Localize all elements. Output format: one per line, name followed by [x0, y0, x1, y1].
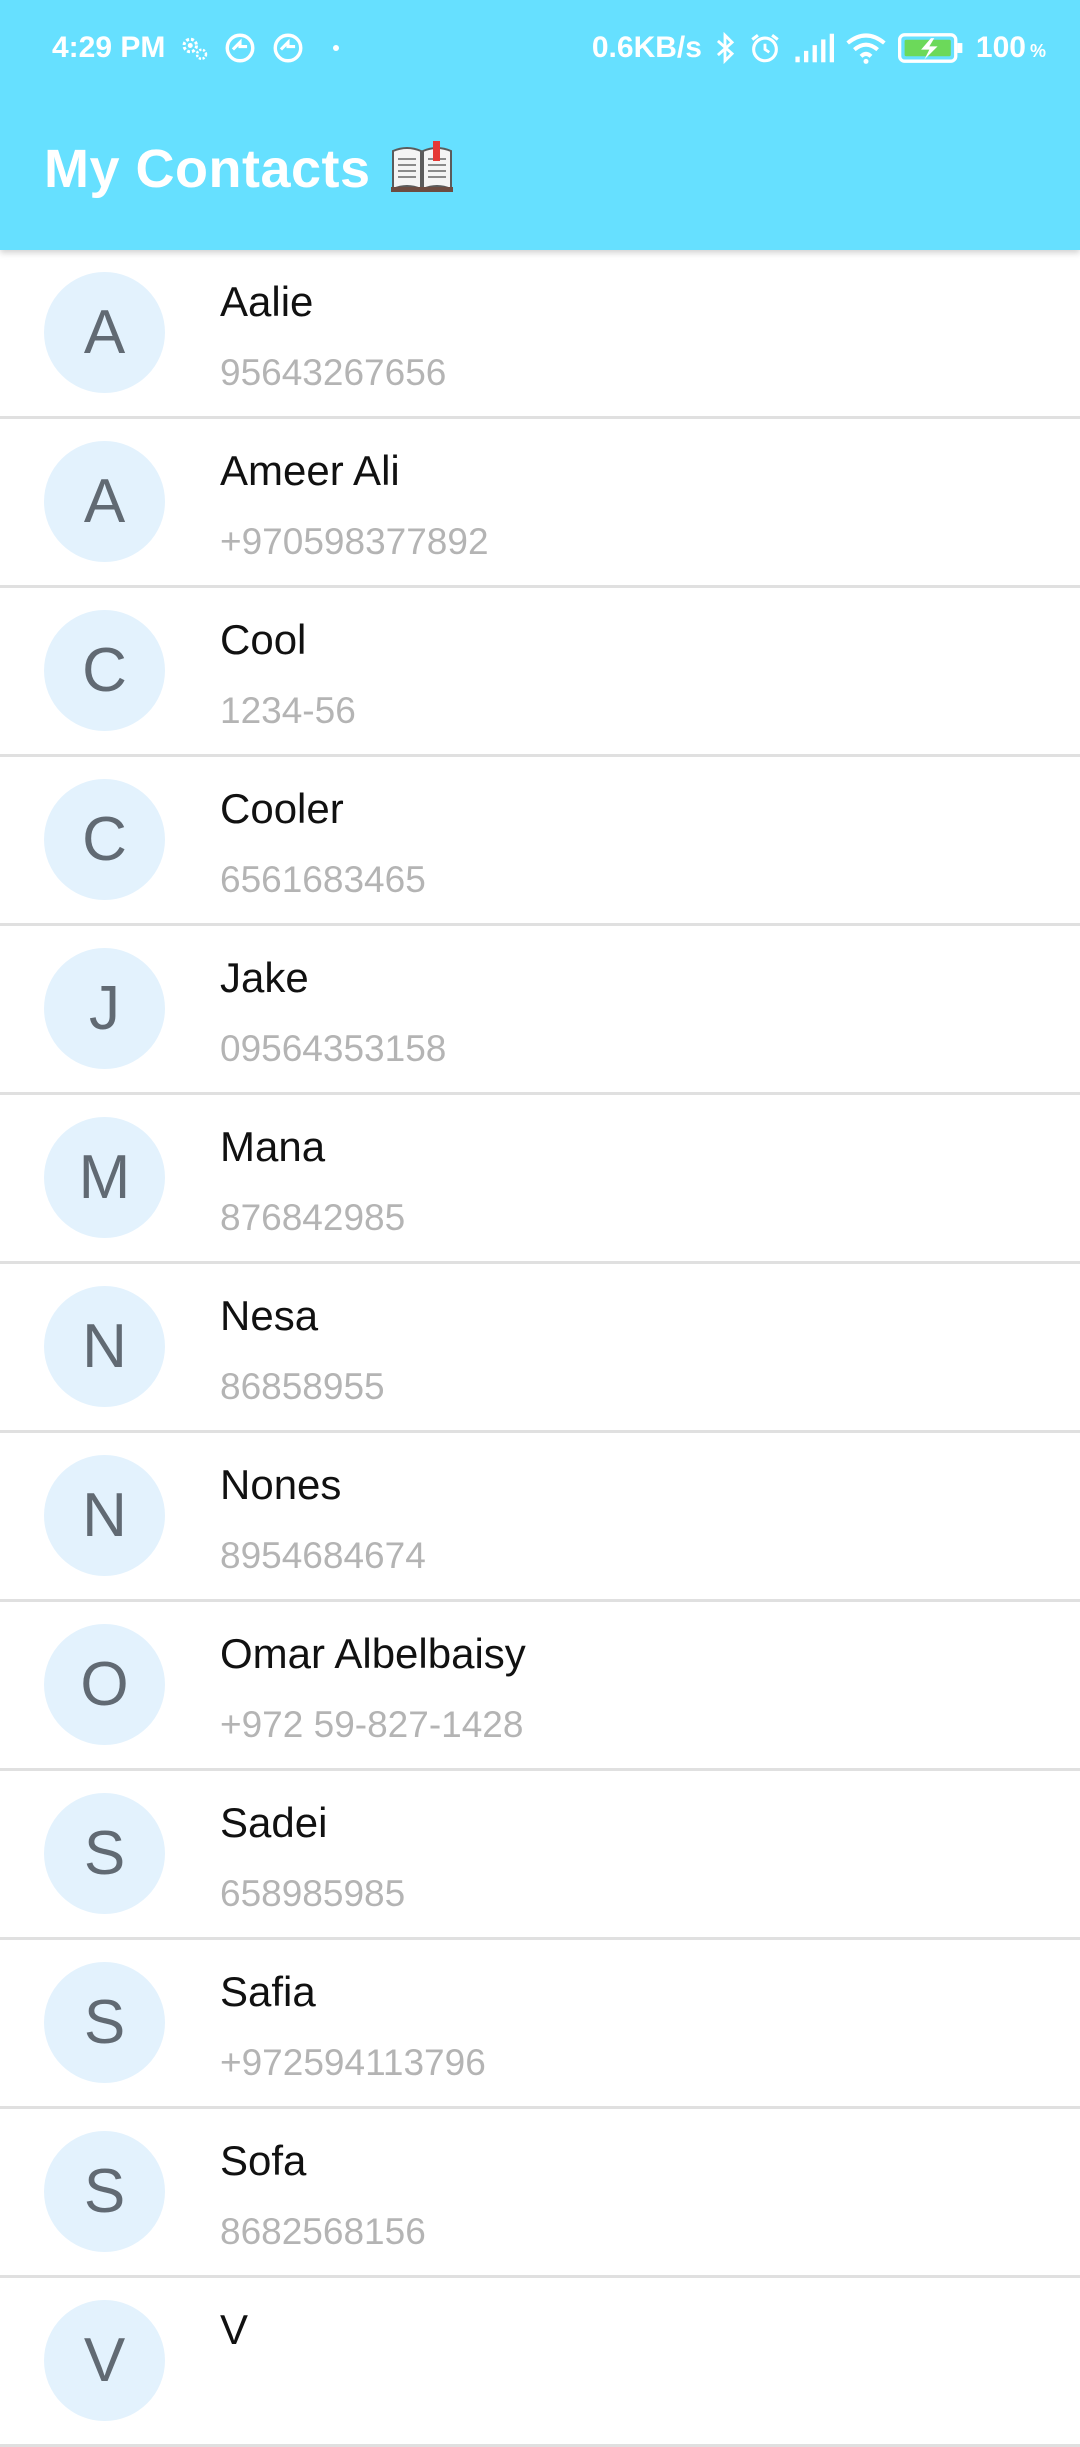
status-time: 4:29 PM — [52, 31, 166, 64]
contact-list[interactable]: A Aalie 95643267656 A Ameer Ali +970598377892… — [0, 250, 1080, 2447]
contact-phone: 8954684674 — [220, 1535, 426, 1576]
contact-name: Nesa — [220, 1292, 319, 1339]
contact-row[interactable]: J Jake 09564353158 — [0, 926, 1080, 1095]
sync-icon — [223, 28, 257, 68]
contact-row[interactable]: S Sadei 658985985 — [0, 1771, 1080, 1940]
contact-phone: 876842985 — [220, 1197, 406, 1238]
contact-phone: 95643267656 — [220, 352, 447, 393]
contact-avatar: S — [44, 2131, 165, 2252]
contact-name: Omar Albelbaisy — [220, 1630, 526, 1677]
contact-avatar: C — [44, 779, 165, 900]
contact-row[interactable]: M Mana 876842985 — [0, 1095, 1080, 1264]
contact-avatar: M — [44, 1117, 165, 1238]
contact-avatar: N — [44, 1286, 165, 1407]
contact-avatar: N — [44, 1455, 165, 1576]
alarm-icon — [748, 28, 782, 68]
contact-name: Safia — [220, 1968, 316, 2015]
contact-row[interactable]: C Cool 1234-56 — [0, 588, 1080, 757]
sync-icon — [271, 28, 305, 68]
contact-name: Aalie — [220, 278, 314, 325]
contact-phone: 1234-56 — [220, 690, 356, 731]
contact-avatar: J — [44, 948, 165, 1069]
contact-name: Jake — [220, 954, 309, 1001]
contact-phone: +972 59-827-1428 — [220, 1704, 524, 1745]
contact-row[interactable]: S Sofa 8682568156 — [0, 2109, 1080, 2278]
title-row: My Contacts — [44, 138, 455, 200]
settings-gear-icon — [179, 28, 209, 68]
contact-row[interactable]: A Ameer Ali +970598377892 — [0, 419, 1080, 588]
battery-percent: 100% — [975, 31, 1046, 64]
contact-phone: 658985985 — [220, 1873, 406, 1914]
contact-name: Sadei — [220, 1799, 328, 1846]
contact-row[interactable]: S Safia +972594113796 — [0, 1940, 1080, 2109]
contact-phone: 8682568156 — [220, 2211, 426, 2252]
contact-avatar: A — [44, 272, 165, 393]
page-title: My Contacts — [44, 139, 371, 199]
open-book-icon — [389, 140, 455, 198]
contact-name: Mana — [220, 1123, 326, 1170]
contact-name: Cooler — [220, 785, 344, 832]
status-bar: 4:29 PM 0.6KB/s 100 % — [0, 0, 1080, 96]
contact-name: Ameer Ali — [220, 447, 400, 494]
contact-name: Cool — [220, 616, 307, 663]
contact-row[interactable]: N Nesa 86858955 — [0, 1264, 1080, 1433]
contact-phone: +972594113796 — [220, 2042, 486, 2083]
contact-avatar: S — [44, 1793, 165, 1914]
contact-name: Sofa — [220, 2137, 307, 2184]
contact-phone: 6561683465 — [220, 859, 426, 900]
contact-phone: +970598377892 — [220, 521, 489, 562]
app-bar: 4:29 PM 0.6KB/s 100 % My Contacts — [0, 0, 1080, 250]
contact-avatar: V — [44, 2300, 165, 2421]
dot-icon — [333, 45, 340, 51]
contact-row[interactable]: VV — [0, 2278, 1080, 2447]
contact-avatar: C — [44, 610, 165, 731]
contact-row[interactable]: A Aalie 95643267656 — [0, 250, 1080, 419]
contact-name: Nones — [220, 1461, 342, 1508]
contact-avatar: O — [44, 1624, 165, 1745]
battery-charging-icon — [897, 28, 964, 68]
bluetooth-icon — [714, 28, 736, 68]
contact-phone: 86858955 — [220, 1366, 385, 1407]
contact-row[interactable]: O Omar Albelbaisy +972 59-827-1428 — [0, 1602, 1080, 1771]
net-speed: 0.6KB/s — [591, 31, 702, 64]
wifi-icon — [846, 28, 886, 68]
contact-avatar: A — [44, 441, 165, 562]
contact-name: V — [220, 2306, 249, 2353]
contact-phone: 09564353158 — [220, 1028, 447, 1069]
signal-icon — [794, 28, 834, 68]
contact-row[interactable]: N Nones 8954684674 — [0, 1433, 1080, 1602]
contact-avatar: S — [44, 1962, 165, 2083]
contact-row[interactable]: C Cooler 6561683465 — [0, 757, 1080, 926]
